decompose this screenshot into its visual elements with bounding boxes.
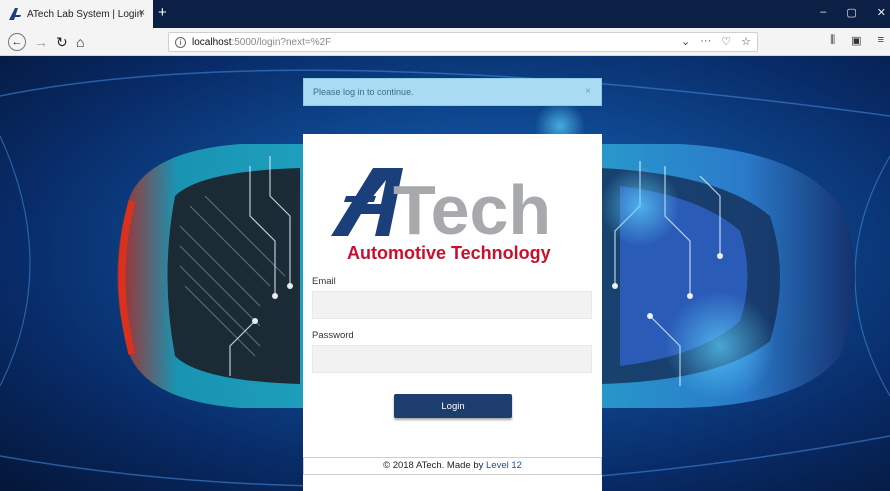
atech-favicon-icon [9, 8, 21, 20]
home-icon[interactable]: ⌂ [76, 33, 84, 51]
url-bar[interactable]: i localhost :5000/login?next=%2F ⌄ ··· ♡… [168, 32, 758, 52]
new-tab-button[interactable]: + [158, 4, 167, 21]
login-card: Tech Automotive Technology Email Passwor… [303, 134, 602, 491]
password-label: Password [312, 330, 354, 341]
pocket-icon[interactable]: ♡ [721, 35, 731, 48]
toolbar-right: ⫼ ▣ ≡ [830, 34, 884, 47]
email-input[interactable] [312, 291, 592, 319]
url-host: localhost [192, 36, 232, 48]
library-icon[interactable]: ⫼ [830, 34, 835, 47]
dropdown-icon[interactable]: ⌄ [681, 35, 690, 48]
flash-alert: Please log in to continue. × [303, 78, 602, 106]
footer-link-level12[interactable]: Level 12 [486, 460, 522, 471]
logo-tech-text: Tech [393, 171, 551, 249]
login-button[interactable]: Login [394, 394, 512, 418]
reload-icon[interactable]: ↻ [56, 33, 68, 51]
atech-logo: Tech Automotive Technology [331, 168, 551, 263]
flash-close-icon[interactable]: × [585, 86, 591, 97]
browser-tab-active[interactable]: ATech Lab System | Login × [0, 0, 153, 28]
footer-text: © 2018 ATech. Made by [383, 460, 487, 471]
email-label: Email [312, 276, 336, 287]
logo-tagline: Automotive Technology [347, 243, 551, 263]
back-button-icon[interactable]: ← [8, 33, 26, 51]
maximize-icon[interactable]: ▢ [846, 6, 856, 19]
close-window-icon[interactable]: ✕ [877, 6, 886, 19]
bookmark-star-icon[interactable]: ☆ [741, 35, 751, 48]
site-info-icon[interactable]: i [175, 36, 186, 48]
page-actions-icon[interactable]: ··· [700, 35, 711, 48]
tab-title: ATech Lab System | Login [27, 8, 143, 20]
forward-button-icon[interactable]: → [34, 33, 48, 51]
menu-icon[interactable]: ≡ [878, 34, 884, 47]
browser-nav-bar: ← → ↻ ⌂ i localhost :5000/login?next=%2F… [0, 28, 890, 56]
flash-message: Please log in to continue. [313, 87, 414, 97]
tab-close-icon[interactable]: × [139, 7, 145, 19]
browser-tab-bar: ATech Lab System | Login × + – ▢ ✕ [0, 0, 890, 28]
minimize-icon[interactable]: – [820, 6, 826, 19]
footer: © 2018 ATech. Made by Level 12 [303, 457, 602, 475]
url-path: :5000/login?next=%2F [231, 36, 332, 48]
login-page-background: Please log in to continue. × Tech Automo… [0, 56, 890, 491]
sidebar-icon[interactable]: ▣ [851, 34, 861, 47]
window-controls: – ▢ ✕ [820, 6, 886, 19]
url-actions: ⌄ ··· ♡ ☆ [681, 35, 751, 48]
password-input[interactable] [312, 345, 592, 373]
